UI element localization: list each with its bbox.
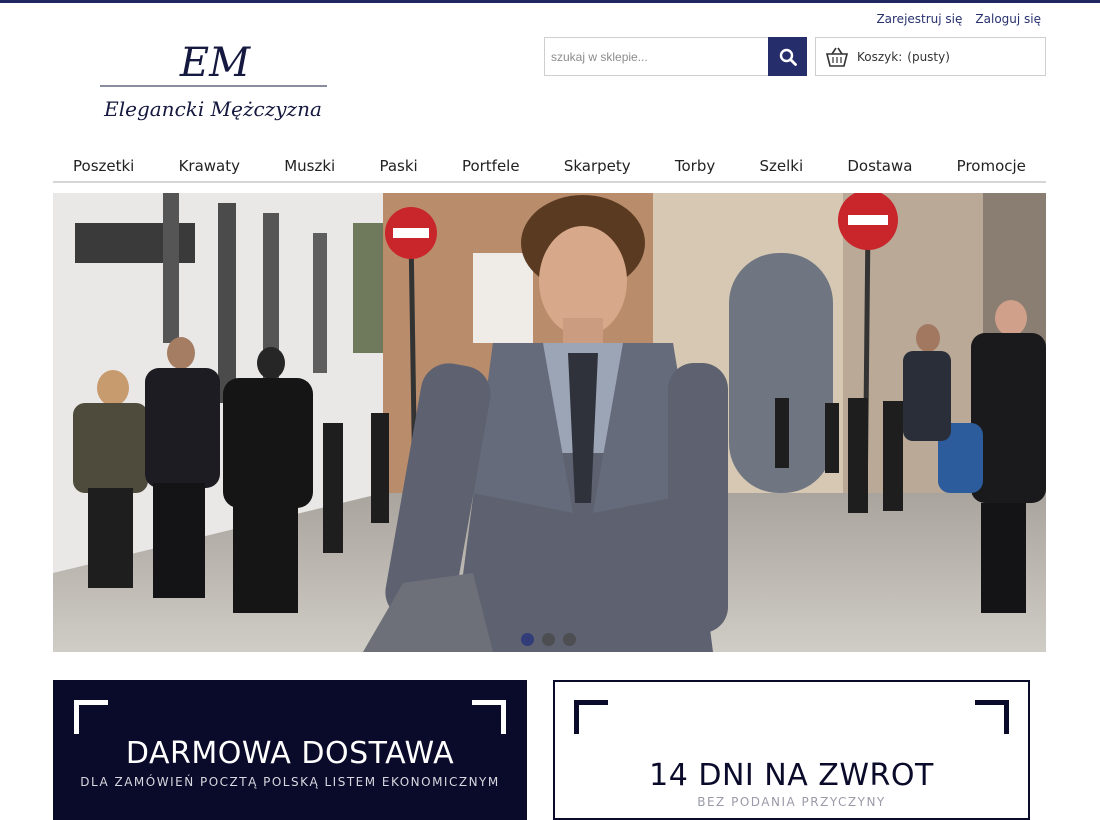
- search-button[interactable]: [768, 37, 807, 76]
- returns-banner[interactable]: 14 DNI NA ZWROT BEZ PODANIA PRZYCZYNY: [553, 680, 1030, 820]
- free-delivery-banner[interactable]: DARMOWA DOSTAWA DLA ZAMÓWIEŃ POCZTĄ POLS…: [53, 680, 527, 820]
- nav-item-paski[interactable]: Paski: [379, 148, 417, 181]
- nav-item-promocje[interactable]: Promocje: [957, 148, 1026, 181]
- login-link[interactable]: Zaloguj się: [975, 12, 1041, 26]
- nav-item-szelki[interactable]: Szelki: [759, 148, 803, 181]
- promo-subtitle: BEZ PODANIA PRZYCZYNY: [697, 795, 886, 809]
- basket-icon: [825, 47, 849, 67]
- cart-label: Koszyk:: [857, 49, 903, 64]
- main-nav: Poszetki Krawaty Muszki Paski Portfele S…: [53, 148, 1046, 183]
- slider-dot-1[interactable]: [521, 633, 534, 646]
- nav-item-poszetki[interactable]: Poszetki: [73, 148, 134, 181]
- nav-item-krawaty[interactable]: Krawaty: [179, 148, 240, 181]
- search-icon: [779, 48, 797, 66]
- hero-slider[interactable]: [53, 193, 1046, 652]
- register-link[interactable]: Zarejestruj się: [876, 12, 962, 26]
- slider-dot-3[interactable]: [563, 633, 576, 646]
- promo-title: DARMOWA DOSTAWA: [125, 736, 455, 771]
- search-input[interactable]: [544, 37, 768, 76]
- corner-top-left-icon: [574, 700, 608, 734]
- nav-item-dostawa[interactable]: Dostawa: [847, 148, 912, 181]
- corner-top-right-icon: [975, 700, 1009, 734]
- promo-subtitle: DLA ZAMÓWIEŃ POCZTĄ POLSKĄ LISTEM EKONOM…: [80, 775, 500, 789]
- logo-name: Elegancki Mężczyzna: [103, 97, 322, 121]
- top-accent-bar: [0, 0, 1100, 3]
- hero-image: [53, 193, 1046, 652]
- nav-item-muszki[interactable]: Muszki: [284, 148, 335, 181]
- logo-monogram: EM: [179, 40, 251, 86]
- corner-top-left-icon: [74, 700, 108, 734]
- nav-item-skarpety[interactable]: Skarpety: [564, 148, 631, 181]
- promo-title: 14 DNI NA ZWROT: [649, 758, 934, 793]
- slider-dots: [521, 633, 576, 646]
- slider-dot-2[interactable]: [542, 633, 555, 646]
- search-bar: [544, 37, 807, 76]
- user-links: Zarejestruj się Zaloguj się: [876, 12, 1041, 26]
- nav-item-portfele[interactable]: Portfele: [462, 148, 520, 181]
- nav-item-torby[interactable]: Torby: [675, 148, 715, 181]
- site-logo[interactable]: EM Elegancki Mężczyzna: [95, 38, 335, 130]
- corner-top-right-icon: [472, 700, 506, 734]
- cart-button[interactable]: Koszyk: (pusty): [815, 37, 1046, 76]
- cart-status: (pusty): [907, 49, 950, 64]
